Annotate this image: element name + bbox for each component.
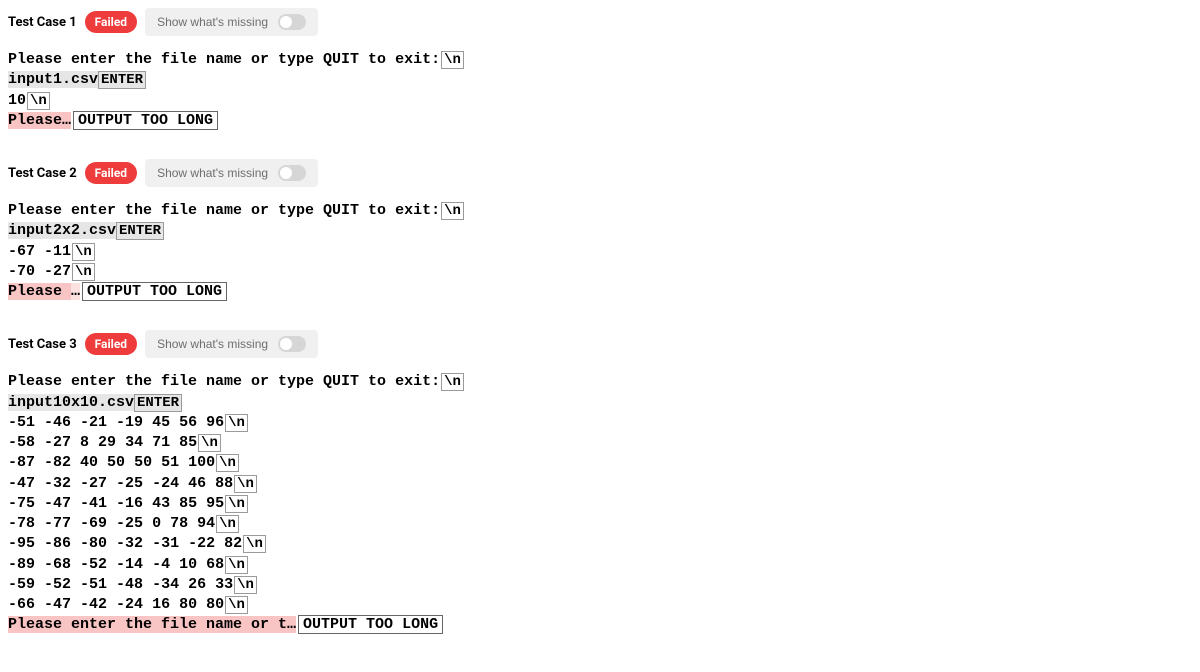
table-row: -78-77-69-2507894\n [8, 514, 1192, 534]
table-row: -51-46-21-19455696\n [8, 413, 1192, 433]
output-too-long-badge: OUTPUT TOO LONG [73, 111, 218, 130]
console-line: input10x10.csvENTER [8, 393, 1192, 413]
console-line: input1.csvENTER [8, 70, 1192, 90]
test-title: Test Case 1 [8, 15, 77, 30]
show-missing-label: Show what's missing [157, 166, 268, 180]
table-row: -87-8240505051100\n [8, 453, 1192, 473]
console-line: input2x2.csvENTER [8, 221, 1192, 241]
newline-token: \n [441, 51, 464, 69]
console-output: Please enter the file name or type QUIT … [8, 372, 1192, 635]
newline-token: \n [198, 434, 221, 452]
console-line: -67-11\n [8, 242, 1192, 262]
failed-badge: Failed [85, 333, 137, 355]
table-row: -58-27829347185\n [8, 433, 1192, 453]
enter-token: ENTER [98, 71, 146, 89]
test-case-2: Test Case 2 Failed Show what's missing P… [8, 159, 1192, 302]
console-line: 10\n [8, 91, 1192, 111]
output-too-long-badge: OUTPUT TOO LONG [82, 282, 227, 301]
table-row: -66-47-42-24168080\n [8, 595, 1192, 615]
table-row: -59-52-51-48-342633\n [8, 575, 1192, 595]
console-output: Please enter the file name or type QUIT … [8, 50, 1192, 131]
newline-token: \n [225, 495, 248, 513]
newline-token: \n [225, 414, 248, 432]
newline-token: \n [225, 556, 248, 574]
newline-token: \n [216, 515, 239, 533]
newline-token: \n [72, 263, 95, 281]
newline-token: \n [216, 454, 239, 472]
show-missing-label: Show what's missing [157, 15, 268, 29]
failed-badge: Failed [85, 162, 137, 184]
test-header: Test Case 3 Failed Show what's missing [8, 330, 1192, 358]
show-missing-button[interactable]: Show what's missing [145, 330, 318, 358]
table-row: -47-32-27-25-244688\n [8, 474, 1192, 494]
test-header: Test Case 1 Failed Show what's missing [8, 8, 1192, 36]
toggle-icon[interactable] [278, 165, 306, 181]
toggle-icon[interactable] [278, 14, 306, 30]
failed-badge: Failed [85, 11, 137, 33]
table-row: -95-86-80-32-31-2282\n [8, 534, 1192, 554]
console-line: Please …OUTPUT TOO LONG [8, 282, 1192, 302]
show-missing-button[interactable]: Show what's missing [145, 159, 318, 187]
enter-token: ENTER [116, 222, 164, 240]
test-case-3: Test Case 3 Failed Show what's missing P… [8, 330, 1192, 635]
newline-token: \n [225, 596, 248, 614]
output-too-long-badge: OUTPUT TOO LONG [298, 615, 443, 634]
newline-token: \n [234, 475, 257, 493]
console-line: Please enter the file name or type QUIT … [8, 372, 1192, 392]
enter-token: ENTER [134, 394, 182, 412]
test-header: Test Case 2 Failed Show what's missing [8, 159, 1192, 187]
test-case-1: Test Case 1 Failed Show what's missing P… [8, 8, 1192, 131]
newline-token: \n [72, 243, 95, 261]
newline-token: \n [441, 202, 464, 220]
newline-token: \n [441, 373, 464, 391]
toggle-icon[interactable] [278, 336, 306, 352]
newline-token: \n [27, 92, 50, 110]
console-line: Please enter the file name or type QUIT … [8, 201, 1192, 221]
console-line: Please enter the file name or t…OUTPUT T… [8, 615, 1192, 635]
show-missing-label: Show what's missing [157, 337, 268, 351]
console-line: Please…OUTPUT TOO LONG [8, 111, 1192, 131]
console-line: -70-27\n [8, 262, 1192, 282]
table-row: -89-68-52-14-41068\n [8, 555, 1192, 575]
table-row: -75-47-41-16438595\n [8, 494, 1192, 514]
test-title: Test Case 2 [8, 166, 77, 181]
console-line: Please enter the file name or type QUIT … [8, 50, 1192, 70]
show-missing-button[interactable]: Show what's missing [145, 8, 318, 36]
newline-token: \n [234, 576, 257, 594]
newline-token: \n [243, 535, 266, 553]
console-output: Please enter the file name or type QUIT … [8, 201, 1192, 302]
test-title: Test Case 3 [8, 337, 77, 352]
